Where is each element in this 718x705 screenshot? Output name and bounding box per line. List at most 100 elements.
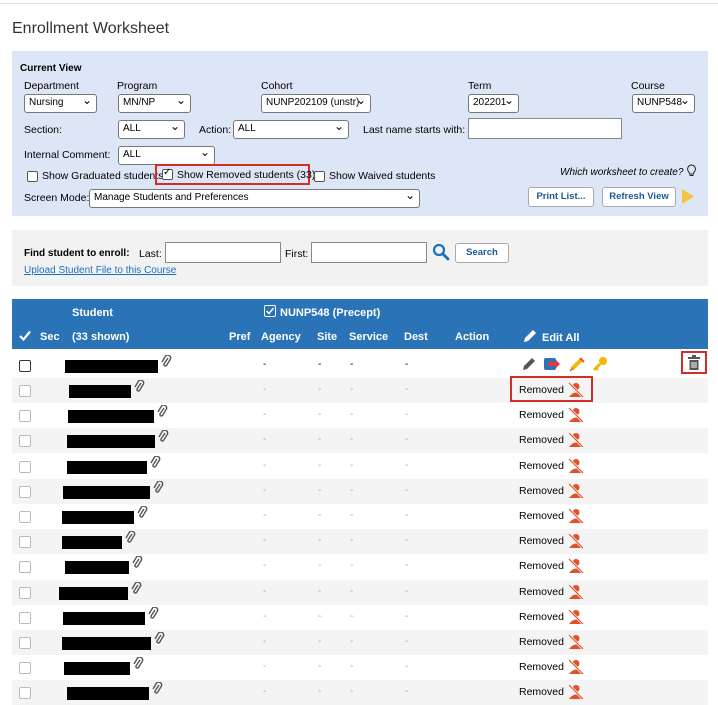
user-removed-icon[interactable] bbox=[567, 583, 585, 601]
table-row[interactable]: - - - - Removed bbox=[12, 579, 708, 605]
removed-status: Removed bbox=[519, 484, 564, 497]
search-button[interactable]: Search bbox=[455, 243, 509, 263]
paperclip-icon[interactable] bbox=[161, 354, 172, 372]
table-row[interactable]: - - - - Removed bbox=[12, 605, 708, 630]
paperclip-icon[interactable] bbox=[133, 656, 144, 674]
row-checkbox[interactable] bbox=[19, 662, 31, 675]
department-select[interactable]: Nursing bbox=[24, 94, 97, 113]
agency-cell: - bbox=[263, 610, 267, 622]
user-removed-icon[interactable] bbox=[567, 507, 585, 525]
user-removed-icon[interactable] bbox=[567, 633, 585, 651]
row-checkbox[interactable] bbox=[19, 460, 31, 473]
syringe-icon[interactable] bbox=[569, 356, 585, 375]
lastname-input[interactable] bbox=[468, 118, 622, 139]
dest-cell: - bbox=[405, 585, 409, 597]
paperclip-icon[interactable] bbox=[150, 455, 161, 473]
show-graduated-checkbox[interactable] bbox=[27, 171, 38, 182]
table-row[interactable]: - - - - Removed bbox=[12, 504, 708, 529]
term-select[interactable]: 202201 bbox=[468, 94, 519, 113]
table-row[interactable]: - - - - Removed bbox=[12, 529, 708, 555]
service-header: Service bbox=[349, 331, 389, 343]
course-select[interactable]: NUNP548 bbox=[632, 94, 695, 113]
row-checkbox[interactable] bbox=[19, 385, 31, 397]
user-removed-icon[interactable] bbox=[567, 532, 585, 550]
removed-status: Removed bbox=[519, 661, 564, 674]
removed-status: Removed bbox=[519, 459, 564, 472]
play-icon[interactable] bbox=[681, 188, 695, 208]
paperclip-icon[interactable] bbox=[132, 555, 143, 573]
paperclip-icon[interactable] bbox=[137, 505, 148, 523]
show-removed-checkbox[interactable] bbox=[162, 167, 173, 180]
show-waived-checkbox[interactable] bbox=[314, 171, 325, 182]
row-checkbox[interactable] bbox=[19, 561, 31, 574]
table-row[interactable]: - - - - Removed bbox=[12, 376, 708, 403]
user-removed-icon[interactable] bbox=[567, 658, 585, 676]
first-name-input[interactable] bbox=[311, 242, 427, 263]
paperclip-icon[interactable] bbox=[154, 631, 165, 649]
paperclip-icon[interactable] bbox=[131, 581, 142, 599]
cohort-select[interactable]: NUNP202109 (unstr) bbox=[261, 94, 371, 113]
service-cell: - bbox=[350, 560, 354, 572]
lastname-label: Last name starts with: bbox=[363, 124, 466, 136]
table-row[interactable]: - - - - Removed bbox=[12, 478, 708, 504]
transfer-icon[interactable] bbox=[543, 356, 561, 375]
paperclip-icon[interactable] bbox=[158, 429, 169, 447]
internal-comment-select[interactable]: ALL bbox=[118, 146, 215, 165]
table-row[interactable]: - - - - Removed bbox=[12, 655, 708, 680]
row-checkbox[interactable] bbox=[19, 360, 31, 372]
print-list-button[interactable]: Print List... bbox=[528, 187, 594, 207]
action-select[interactable]: ALL bbox=[233, 120, 349, 139]
row-checkbox[interactable] bbox=[19, 536, 31, 549]
removed-status: Removed bbox=[519, 510, 564, 522]
user-removed-icon[interactable] bbox=[567, 683, 585, 701]
row-checkbox[interactable] bbox=[19, 435, 31, 448]
user-removed-icon[interactable] bbox=[567, 482, 585, 500]
row-checkbox[interactable] bbox=[19, 586, 31, 599]
dest-cell: - bbox=[405, 484, 409, 496]
row-checkbox[interactable] bbox=[19, 485, 31, 498]
row-checkbox[interactable] bbox=[19, 687, 31, 700]
row-checkbox[interactable] bbox=[19, 511, 31, 523]
upload-student-file-link[interactable]: Upload Student File to this Course bbox=[24, 265, 176, 276]
row-checkbox[interactable] bbox=[19, 637, 31, 649]
redacted-student-name bbox=[62, 536, 122, 550]
paperclip-icon[interactable] bbox=[134, 379, 145, 397]
paperclip-icon[interactable] bbox=[153, 480, 164, 498]
paperclip-icon[interactable] bbox=[125, 530, 136, 548]
search-icon[interactable] bbox=[432, 243, 450, 264]
trash-icon[interactable] bbox=[688, 355, 700, 373]
row-checkbox[interactable] bbox=[19, 611, 31, 624]
lightbulb-icon[interactable] bbox=[686, 164, 697, 180]
edit-all-link[interactable]: Edit All bbox=[542, 332, 579, 344]
table-row[interactable]: - - - - Removed bbox=[12, 454, 708, 479]
checkmark-icon[interactable] bbox=[19, 330, 31, 344]
last-name-input[interactable] bbox=[165, 242, 281, 263]
agency-cell: - bbox=[263, 434, 267, 446]
course-checkbox-icon[interactable] bbox=[264, 305, 276, 320]
program-select[interactable]: MN/NP bbox=[118, 94, 191, 113]
table-row[interactable]: - - - - Removed bbox=[12, 403, 708, 428]
user-removed-icon[interactable] bbox=[567, 608, 585, 626]
table-row[interactable]: - - - - bbox=[12, 351, 708, 378]
table-row[interactable]: - - - - Removed bbox=[12, 630, 708, 655]
pencil-icon[interactable] bbox=[522, 328, 538, 347]
table-row[interactable]: - - - - Removed bbox=[12, 680, 708, 705]
user-removed-icon[interactable] bbox=[567, 406, 585, 424]
service-cell: - bbox=[350, 384, 354, 395]
screen-mode-select[interactable]: Manage Students and Preferences bbox=[89, 189, 420, 208]
section-select[interactable]: ALL bbox=[118, 120, 185, 139]
paperclip-icon[interactable] bbox=[152, 681, 163, 699]
paperclip-icon[interactable] bbox=[148, 606, 159, 624]
refresh-view-button[interactable]: Refresh View bbox=[602, 187, 676, 207]
redacted-student-name bbox=[65, 561, 129, 575]
user-removed-icon[interactable] bbox=[567, 557, 585, 575]
user-removed-icon[interactable] bbox=[567, 431, 585, 449]
row-checkbox[interactable] bbox=[19, 410, 31, 423]
table-row[interactable]: - - - - Removed bbox=[12, 554, 708, 579]
agency-cell: - bbox=[263, 661, 267, 673]
pencil-icon[interactable] bbox=[521, 356, 537, 375]
paperclip-icon[interactable] bbox=[157, 404, 168, 422]
user-removed-icon[interactable] bbox=[567, 457, 585, 475]
key-icon[interactable] bbox=[592, 356, 608, 375]
table-row[interactable]: - - - - Removed bbox=[12, 428, 708, 454]
